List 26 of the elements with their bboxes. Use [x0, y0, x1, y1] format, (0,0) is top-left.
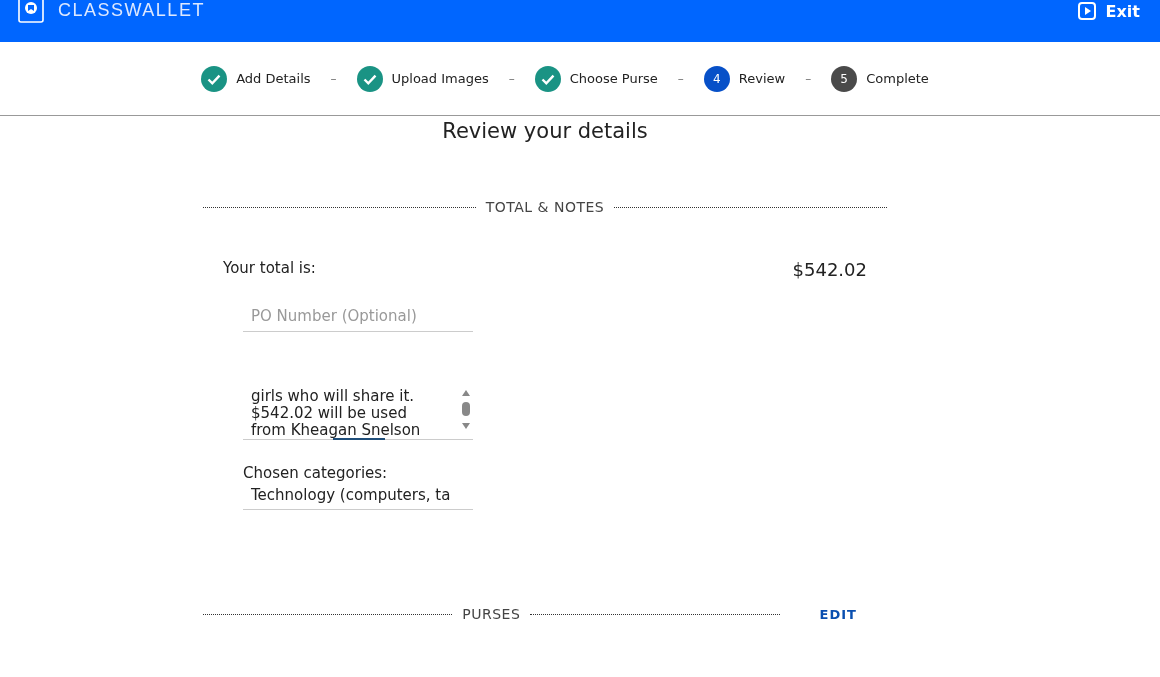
notes-text-line: from Kheagan Snelson	[251, 422, 421, 439]
step-label: Upload Images	[391, 71, 489, 86]
step-number: 4	[703, 65, 730, 92]
notes-text-line: girls who will share it.	[251, 388, 416, 405]
page-title: Review your details	[441, 119, 649, 145]
categories-field: Technology (computers, ta	[243, 482, 473, 510]
step-separator: –	[677, 71, 684, 86]
step-separator: –	[508, 71, 515, 86]
step-separator: –	[330, 71, 337, 86]
edit-link[interactable]: EDIT	[789, 606, 887, 622]
exit-button[interactable]: Exit	[1077, 1, 1140, 21]
section-heading: PURSES	[462, 606, 521, 622]
section-heading: TOTAL & NOTES	[485, 199, 605, 215]
categories-label: Chosen categories:	[243, 464, 389, 482]
exit-icon	[1077, 2, 1096, 20]
step-label: Add Details	[236, 71, 311, 86]
total-amount: $542.02	[792, 259, 867, 280]
step-label: Complete	[866, 71, 929, 86]
brand-name: CLASSWALLET	[58, 0, 205, 21]
total-label: Your total is:	[223, 259, 316, 279]
step-label: Choose Purse	[569, 71, 658, 86]
step-label: Review	[738, 71, 786, 86]
notes-text-line: $542.02 will be used	[251, 405, 408, 422]
step-separator: –	[805, 71, 812, 86]
notes-field[interactable]: girls who will share it. $542.02 will be used from Kheagan Snelson	[243, 384, 473, 440]
step-number: 5	[831, 65, 858, 92]
